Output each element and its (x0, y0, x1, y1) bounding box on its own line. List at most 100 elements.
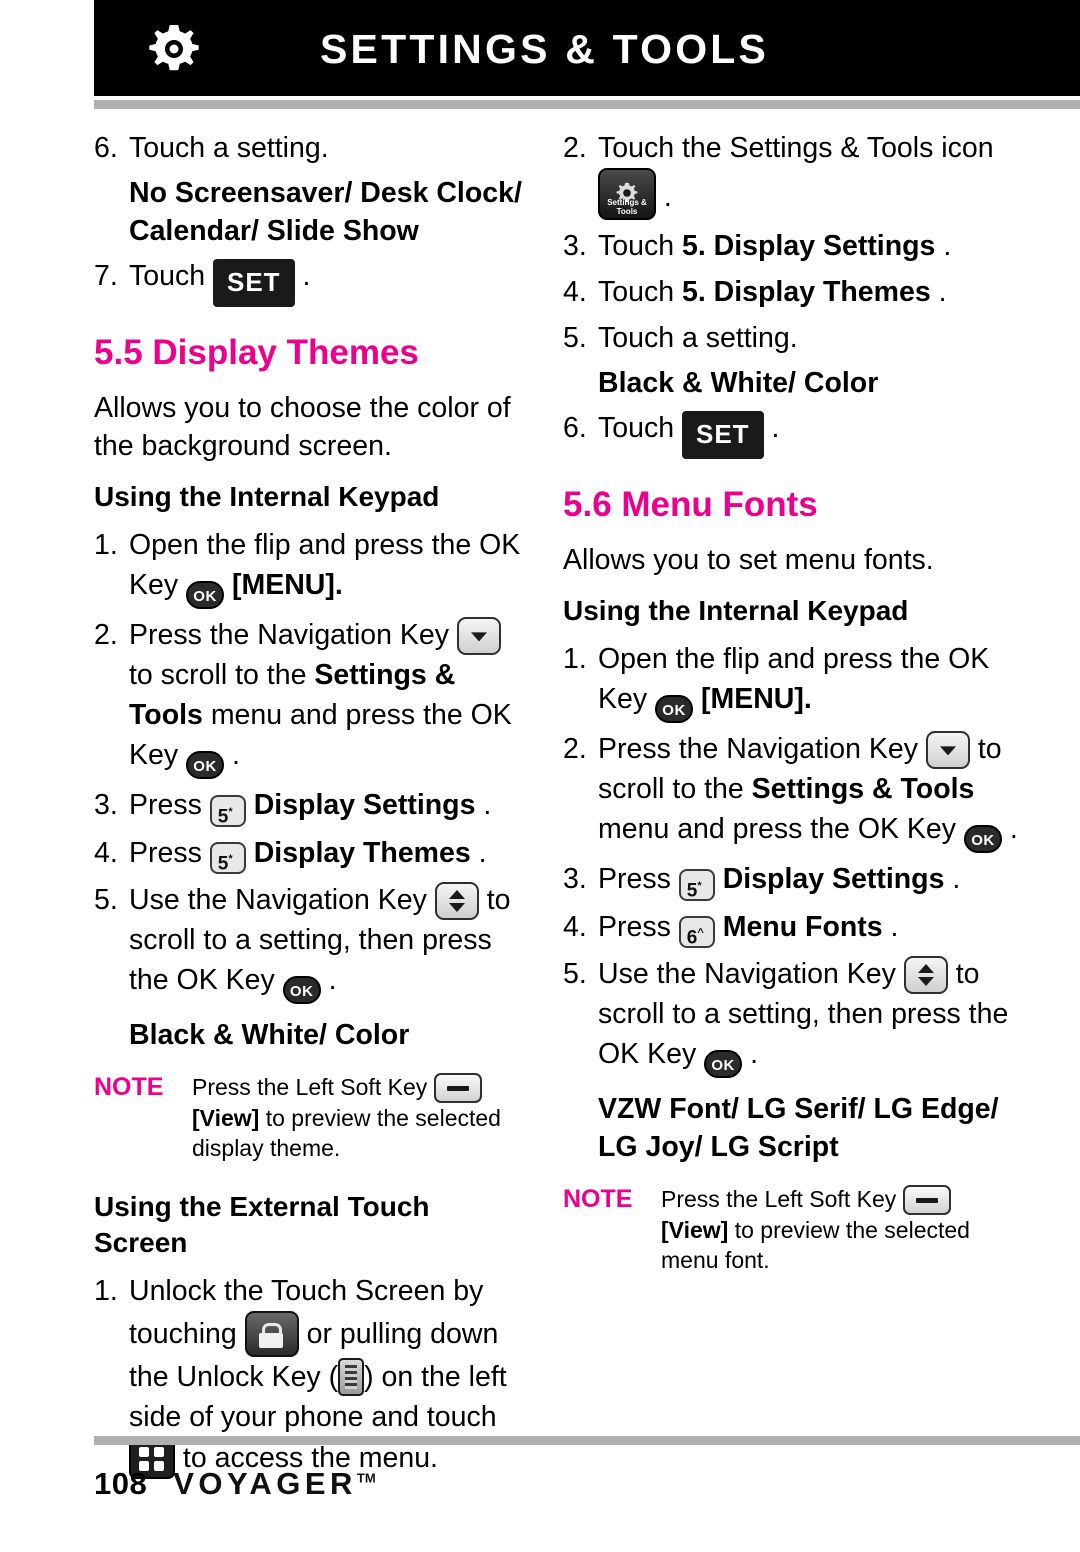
options-menu-fonts: VZW Font/ LG Serif/ LG Edge/ LG Joy/ LG … (598, 1093, 999, 1164)
step-text: Press the Navigation Key (598, 733, 918, 765)
step-number: 2. (563, 132, 587, 164)
number-key-5-icon: 5* (209, 794, 246, 827)
step-text: Press (598, 910, 671, 943)
step-text: Press (598, 863, 671, 895)
subheading-internal-keypad: Using the Internal Keypad (94, 481, 440, 512)
ok-key-icon: OK (704, 1050, 743, 1079)
ok-key-icon: OK (282, 976, 321, 1005)
keypad-step-3: 3. Press 5* Display Settings . (94, 785, 524, 827)
nav-down-key-icon (925, 731, 970, 769)
keypad-step-1: 1. Open the flip and press the OK Key OK… (94, 525, 524, 609)
touch-step-1: 1. Unlock the Touch Screen by touching o… (94, 1271, 524, 1480)
section-5-5-description: Allows you to choose the color of the ba… (94, 392, 511, 462)
header-divider (94, 100, 1080, 109)
step-number: 5. (563, 958, 587, 991)
nav-up-down-key-icon (903, 956, 948, 995)
options-black-white-color: Black & White/ Color (598, 367, 879, 399)
step-number: 6. (94, 132, 118, 164)
page-number: 108 (94, 1466, 148, 1501)
display-themes-label: 5. Display Themes (681, 276, 931, 308)
footer-divider (94, 1436, 1080, 1445)
touch-step-4: 4. Touch 5. Display Themes . (563, 272, 1023, 312)
keypad-step-5: 5. Use the Navigation Key to scroll to a… (563, 954, 1023, 1079)
step-number: 6. (563, 412, 587, 444)
step-number: 7. (94, 260, 118, 292)
note-body: Press the Left Soft Key [View] to previe… (661, 1184, 1023, 1275)
step-text: Press (129, 836, 202, 869)
number-key-5-icon: 5* (209, 842, 246, 875)
step-6: 6. Touch a setting. (94, 128, 524, 168)
step-text-end: . (771, 412, 780, 444)
right-column: 2. Touch the Settings & Tools icon Setti… (563, 128, 1023, 1275)
step-text: Touch (598, 412, 675, 444)
section-5-6-description: Allows you to set menu fonts. (563, 544, 934, 576)
display-settings-label: Display Settings (253, 789, 476, 821)
step-number: 3. (563, 230, 587, 262)
note-block-menu-font: NOTE Press the Left Soft Key [View] to p… (563, 1184, 1023, 1275)
step-text-end: . (750, 1038, 758, 1071)
step-number: 4. (94, 836, 118, 869)
step-text: Touch (129, 260, 206, 292)
step-text: Touch (598, 276, 675, 308)
step-text-end: . (302, 260, 311, 292)
step-7: 7. Touch SET . (94, 256, 524, 307)
note-block-display-theme: NOTE Press the Left Soft Key [View] to p… (94, 1072, 524, 1163)
step-text-3: menu and press the OK Key (598, 813, 957, 845)
note-text-1: Press the Left Soft Key (192, 1074, 428, 1101)
ok-key-icon: OK (186, 751, 225, 779)
step-text-end: . (938, 276, 947, 308)
ok-key-icon: OK (186, 581, 225, 609)
step-text-end: . (478, 836, 487, 869)
number-key-5-icon: 5* (678, 868, 715, 901)
step-number: 4. (563, 910, 587, 943)
keypad-step-2: 2. Press the Navigation Key to scroll to… (563, 729, 1023, 853)
options-black-white-color: Black & White/ Color (129, 1019, 410, 1052)
step-number: 3. (563, 863, 587, 895)
step-text-end: . (943, 230, 952, 262)
section-heading-5-6: 5.6 Menu Fonts (563, 485, 818, 524)
display-settings-label: 5. Display Settings (681, 230, 936, 262)
step-text-end: . (663, 181, 672, 213)
step-text-end: . (890, 910, 899, 943)
note-body: Press the Left Soft Key [View] to previe… (192, 1072, 524, 1163)
step-text: Press the Navigation Key (129, 619, 449, 651)
step-text-menu: [MENU]. (700, 683, 812, 715)
keypad-step-4: 4. Press 5* Display Themes . (94, 833, 524, 875)
step-text-2: to scroll to the (129, 659, 307, 691)
note-label: NOTE (94, 1073, 164, 1102)
settings-tools-icon-label: Settings & Tools (607, 198, 647, 216)
step-text-4: . (231, 739, 240, 771)
lock-key-icon (244, 1311, 299, 1358)
step-number: 5. (563, 322, 587, 354)
ok-key-icon: OK (963, 825, 1002, 853)
step-number: 3. (94, 789, 118, 821)
step-text: Use the Navigation Key (129, 884, 427, 917)
touch-step-3: 3. Touch 5. Display Settings . (563, 226, 1023, 266)
set-key-icon: SET (681, 411, 764, 459)
step-text: Press (129, 789, 202, 821)
step-text: Touch the Settings & Tools icon (598, 132, 994, 164)
header-icon-box (94, 6, 254, 92)
display-settings-label: Display Settings (722, 863, 945, 895)
subheading-external-touch-screen: Using the External Touch Screen (94, 1191, 430, 1259)
page-header: SETTINGS & TOOLS (0, 0, 1080, 109)
page-footer: 108 VOYAGERTM (94, 1466, 376, 1502)
step-text-menu: [MENU]. (231, 569, 343, 601)
touch-step-5: 5. Touch a setting. (563, 318, 1023, 358)
step-number: 1. (94, 1275, 118, 1308)
nav-up-down-key-icon (434, 882, 479, 921)
note-label: NOTE (563, 1185, 633, 1214)
keypad-step-2: 2. Press the Navigation Key to scroll to… (94, 615, 524, 779)
step-number: 1. (563, 643, 587, 675)
step-number: 2. (563, 733, 587, 765)
note-view-label: [View] (661, 1217, 729, 1244)
left-column: 6. Touch a setting. No Screensaver/ Desk… (94, 128, 524, 1485)
options-no-screensaver: No Screensaver/ Desk Clock/ Calendar/ Sl… (129, 177, 522, 247)
page-title: SETTINGS & TOOLS (320, 26, 770, 72)
step-number: 4. (563, 276, 587, 308)
step-text-end: . (328, 964, 337, 997)
touch-step-2: 2. Touch the Settings & Tools icon Setti… (563, 128, 1023, 220)
step-number: 1. (94, 529, 118, 561)
set-key-icon: SET (212, 259, 295, 307)
step-text-end: . (952, 863, 961, 895)
